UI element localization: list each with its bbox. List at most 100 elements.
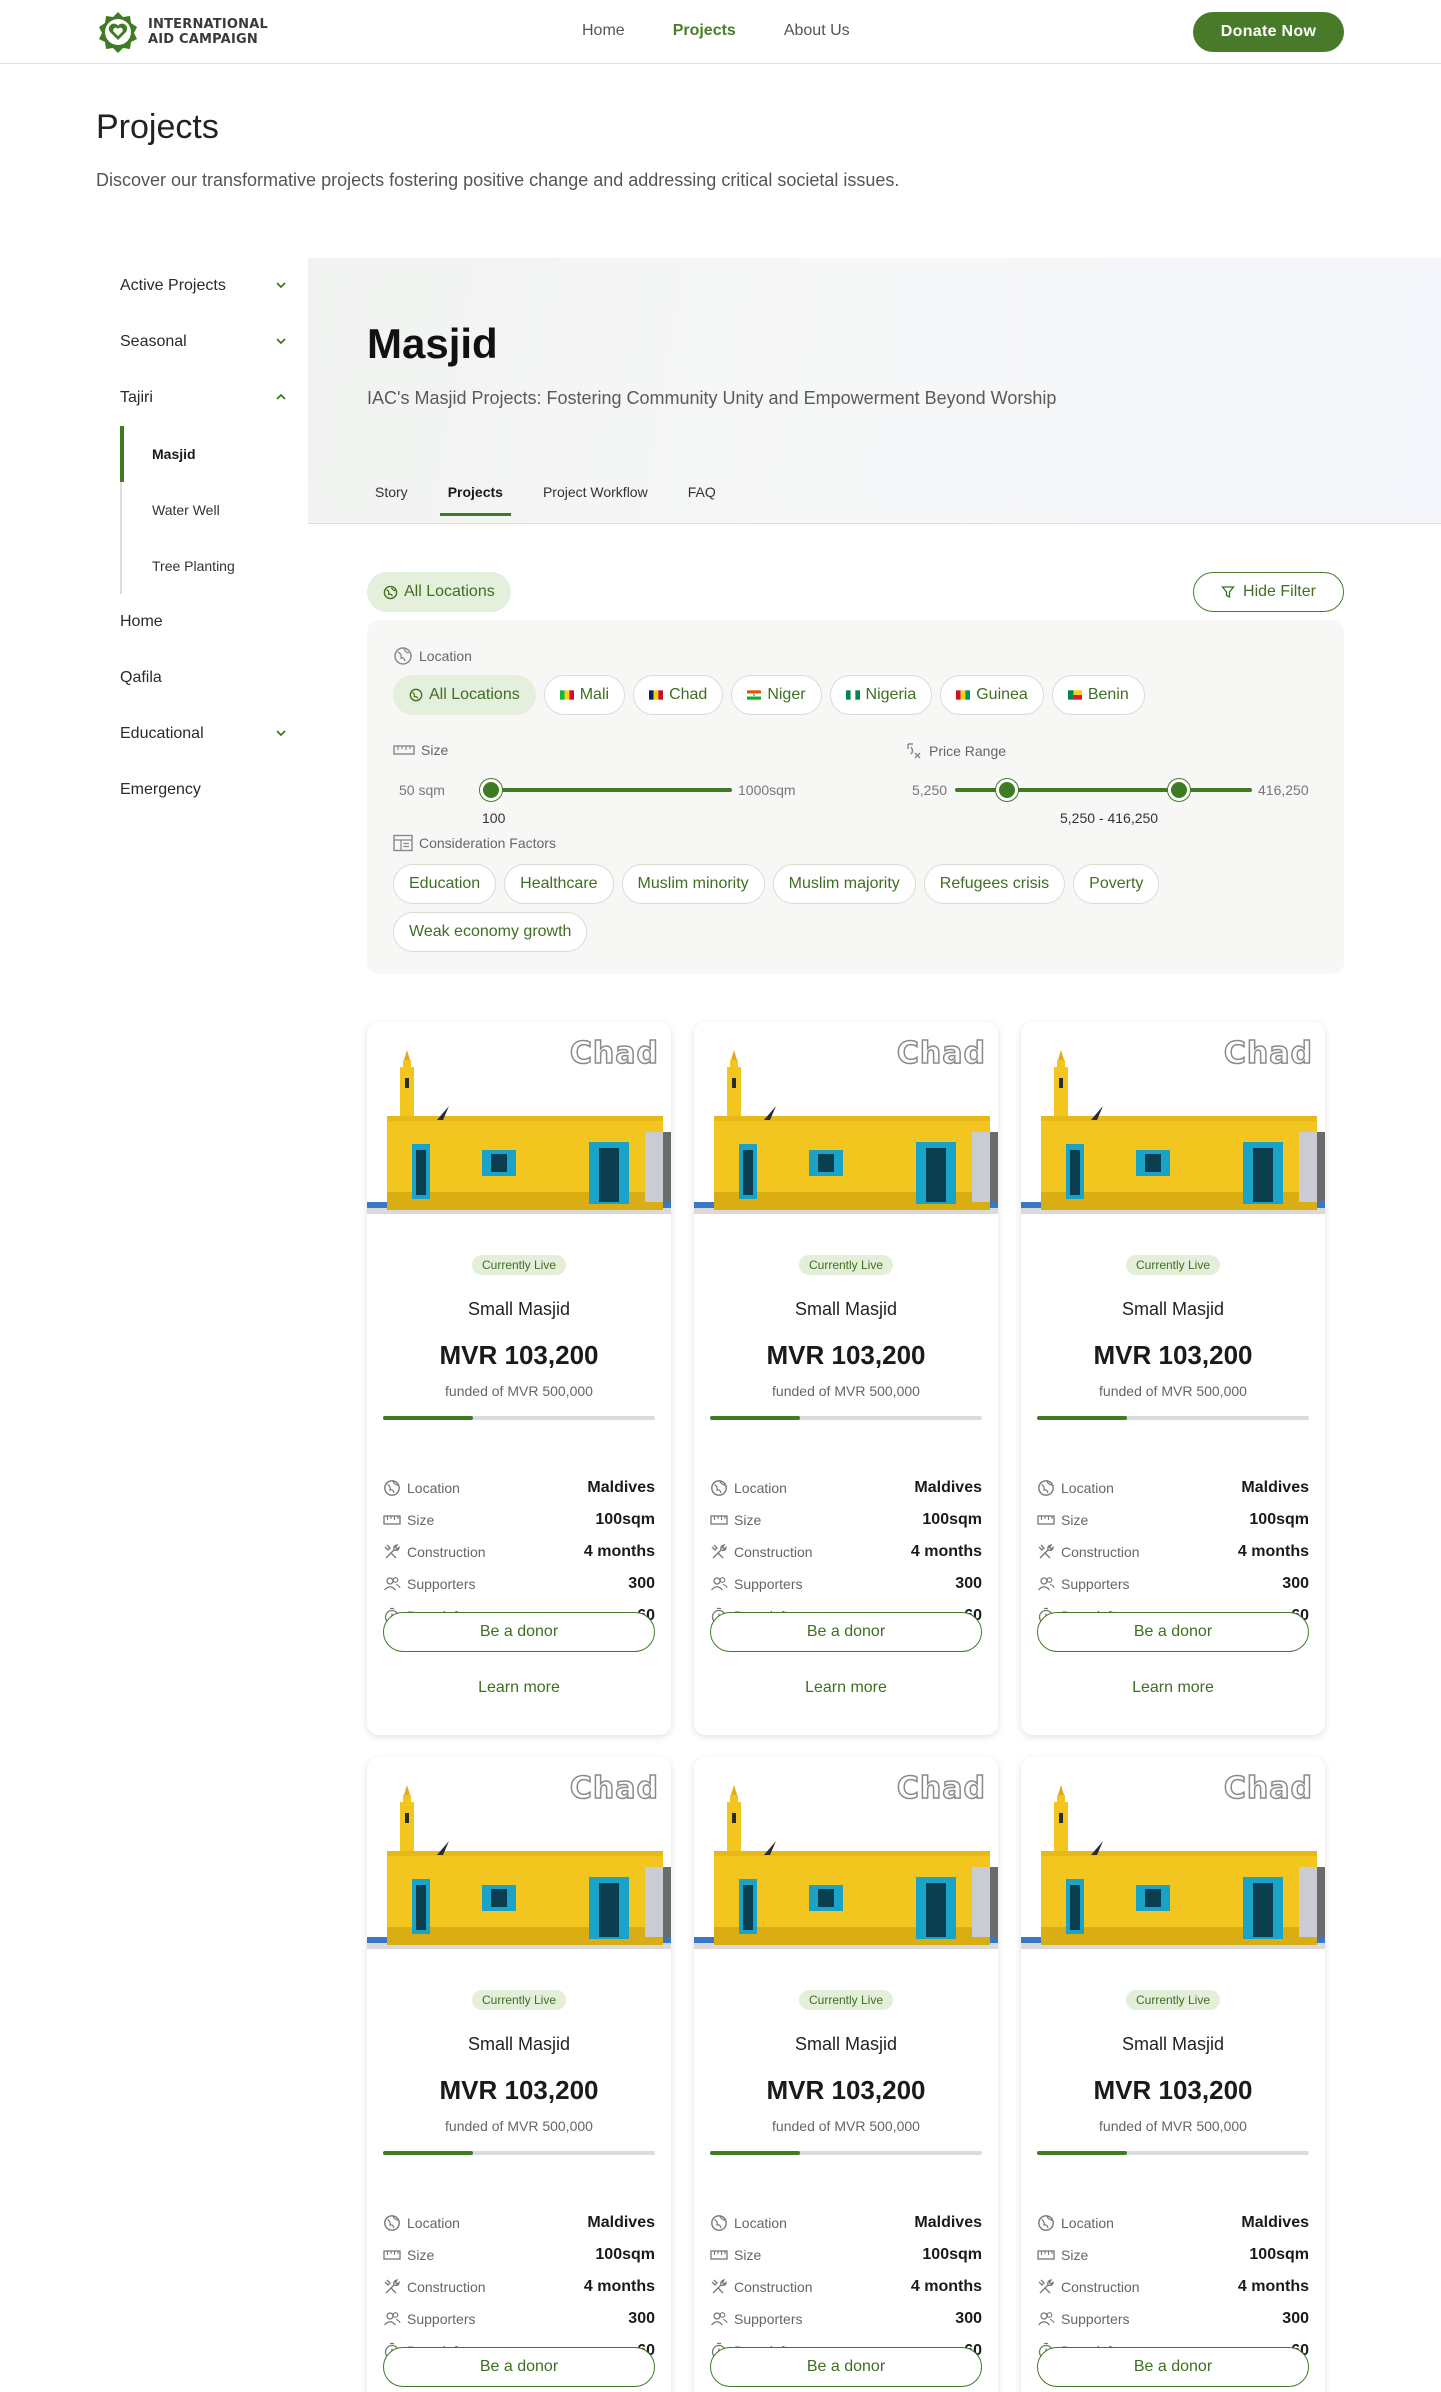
meta-label: Supporters [1061, 2311, 1130, 2327]
location-chip-chad[interactable]: Chad [633, 675, 724, 715]
learn-more-button[interactable]: Learn more [710, 1668, 982, 1708]
active-indicator [120, 426, 124, 482]
price-slider-min-handle[interactable] [996, 779, 1018, 801]
funded-goal-text: funded of MVR 500,000 [445, 1383, 593, 1399]
location-chip-all[interactable]: All Locations [393, 675, 536, 715]
funding-progress-bar [1037, 1416, 1309, 1420]
funded-goal-text: funded of MVR 500,000 [1099, 1383, 1247, 1399]
learn-more-button[interactable]: Learn more [1037, 1668, 1309, 1708]
ruler-icon [710, 2250, 728, 2260]
logo-text: INTERNATIONAL AID CAMPAIGN [148, 17, 268, 47]
selected-location-pill[interactable]: All Locations [367, 572, 511, 612]
sidebar-item-qafila[interactable]: Qafila [96, 650, 296, 706]
status-badge: Currently Live [798, 1255, 894, 1275]
meta-label: Size [734, 2247, 762, 2263]
factor-chip-muslim-majority[interactable]: Muslim majority [772, 864, 916, 904]
funding-progress-bar [710, 1416, 982, 1420]
sidebar-item-home[interactable]: Home [96, 594, 296, 650]
size-slider-handle[interactable] [480, 779, 502, 801]
country-watermark: Chad [1223, 1770, 1313, 1807]
chip-label: Guinea [976, 686, 1028, 703]
filter-panel: Location All Locations Mali Chad Niger N… [367, 620, 1344, 974]
tools-icon [711, 1543, 727, 1559]
sidebar-item-educational[interactable]: Educational [96, 706, 296, 762]
tab-story[interactable]: Story [367, 484, 416, 516]
sidebar-item-masjid[interactable]: Masjid [96, 426, 296, 482]
logo-icon [99, 12, 137, 53]
factor-chip-weak-economy-growth[interactable]: Weak economy growth [393, 912, 588, 952]
location-chip-guinea[interactable]: Guinea [940, 675, 1044, 715]
location-chip-benin[interactable]: Benin [1051, 675, 1145, 715]
be-a-donor-button[interactable]: Be a donor [383, 1612, 655, 1652]
tab-faq[interactable]: FAQ [680, 484, 724, 516]
meta-label: Supporters [1061, 1576, 1130, 1592]
size-max-label: 1000sqm [738, 782, 796, 798]
size-slider-track[interactable] [479, 788, 732, 792]
meta-construction: Construction 4 months [710, 1540, 982, 1564]
meta-label: Supporters [407, 2311, 476, 2327]
nav-projects[interactable]: Projects [673, 22, 736, 40]
meta-label: Construction [734, 2279, 813, 2295]
sidebar-item-label: Qafila [120, 669, 162, 686]
raised-amount: MVR 103,200 [1093, 1340, 1253, 1370]
sub-rail [120, 482, 122, 538]
size-filter-label: Size [393, 742, 448, 758]
factor-chip-healthcare[interactable]: Healthcare [504, 864, 614, 904]
factor-chip-education[interactable]: Education [393, 864, 497, 904]
size-value: 100sqm [595, 1511, 655, 1528]
country-watermark: Chad [1223, 1035, 1313, 1072]
price-slider-max-handle[interactable] [1168, 779, 1190, 801]
location-value: Maldives [1241, 1479, 1309, 1496]
location-chip-nigeria[interactable]: Nigeria [829, 675, 933, 715]
meta-location: Location Maldives [1037, 2211, 1309, 2235]
globe-icon [384, 2215, 400, 2231]
be-a-donor-button[interactable]: Be a donor [383, 2347, 655, 2387]
supporters-value: 300 [955, 1575, 982, 1592]
status-badge: Currently Live [471, 1255, 567, 1275]
be-a-donor-button[interactable]: Be a donor [710, 1612, 982, 1652]
sidebar-item-label: Tajiri [120, 389, 153, 406]
meta-label: Location [1061, 1480, 1114, 1496]
meta-label: Construction [1061, 2279, 1140, 2295]
sidebar-item-active-projects[interactable]: Active Projects [96, 258, 296, 314]
country-watermark: Chad [896, 1770, 986, 1807]
sidebar-item-tajiri[interactable]: Tajiri [96, 370, 296, 426]
project-card: Chad Currently Live Small Masjid MVR 103… [694, 1757, 998, 2392]
project-title: Small Masjid [1121, 2034, 1225, 2054]
sidebar-item-seasonal[interactable]: Seasonal [96, 314, 296, 370]
funding-progress-fill [710, 2151, 800, 2155]
learn-more-button[interactable]: Learn more [383, 1668, 655, 1708]
hide-filter-label: Hide Filter [1243, 583, 1316, 600]
logo[interactable]: INTERNATIONAL AID CAMPAIGN [96, 10, 268, 54]
hide-filter-button[interactable]: Hide Filter [1193, 572, 1344, 612]
sidebar-item-tree-planting[interactable]: Tree Planting [96, 538, 296, 594]
globe-icon [383, 585, 398, 599]
sidebar-item-label: Active Projects [120, 277, 226, 294]
ruler-icon [393, 745, 415, 755]
sidebar-item-emergency[interactable]: Emergency [96, 762, 296, 818]
price-tag-icon [907, 743, 921, 759]
location-label-text: Location [419, 648, 472, 664]
be-a-donor-button[interactable]: Be a donor [1037, 2347, 1309, 2387]
ruler-icon [1037, 2250, 1055, 2260]
nav-home[interactable]: Home [582, 22, 625, 40]
be-a-donor-button[interactable]: Be a donor [710, 2347, 982, 2387]
tab-projects[interactable]: Projects [439, 484, 511, 516]
location-chip-niger[interactable]: Niger [731, 675, 822, 715]
factor-chip-poverty[interactable]: Poverty [1073, 864, 1160, 904]
project-card: Chad Currently Live Small Masjid MVR 103… [1021, 1757, 1325, 2392]
meta-size: Size 100sqm [1037, 1508, 1309, 1532]
chip-label: Mali [579, 686, 610, 703]
meta-location: Location Maldives [710, 1476, 982, 1500]
tab-project-workflow[interactable]: Project Workflow [535, 484, 656, 516]
sidebar-item-water-well[interactable]: Water Well [96, 482, 296, 538]
status-badge: Currently Live [798, 1990, 894, 2010]
nav-about-us[interactable]: About Us [784, 22, 850, 40]
factor-chip-refugees-crisis[interactable]: Refugees crisis [923, 864, 1066, 904]
status-badge: Currently Live [471, 1990, 567, 2010]
donate-now-button[interactable]: Donate Now [1193, 12, 1344, 52]
be-a-donor-button[interactable]: Be a donor [1037, 1612, 1309, 1652]
factor-chip-muslim-minority[interactable]: Muslim minority [621, 864, 765, 904]
meta-label: Location [1061, 2215, 1114, 2231]
location-chip-mali[interactable]: Mali [543, 675, 626, 715]
